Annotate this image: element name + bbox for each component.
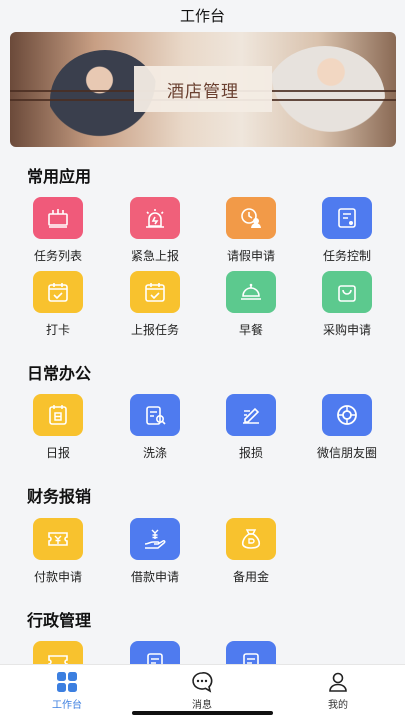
app-clock-in[interactable]: 打卡: [13, 271, 103, 338]
app-purchase-request[interactable]: 采购申请: [302, 271, 392, 338]
app-label: 日报: [45, 446, 70, 460]
app-label: 任务控制: [322, 249, 371, 263]
app-icon-box: [322, 394, 372, 436]
app-breakfast[interactable]: 早餐: [206, 271, 296, 338]
calendar-check-icon: [145, 283, 165, 302]
app-label: 早餐: [238, 323, 263, 337]
page-title: 工作台: [179, 6, 225, 25]
section-title-finance: 财务报销: [27, 487, 92, 506]
section-title-common-apps: 常用应用: [27, 167, 92, 186]
grid-icon: [57, 672, 77, 692]
app-label: 备用金: [232, 570, 269, 584]
app-label: 打卡: [45, 323, 70, 337]
app-icon-box: [226, 518, 276, 560]
app-payment-request[interactable]: 付款申请: [13, 518, 103, 585]
tab-label: 消息: [192, 700, 212, 711]
page-title-bar: 工作台: [0, 0, 405, 30]
dining-cloche-icon: [241, 283, 261, 300]
app-label: 上报任务: [130, 323, 179, 337]
app-label: 洗涤: [142, 446, 167, 460]
task-list-icon: [48, 209, 68, 228]
section-title-daily-office: 日常办公: [27, 364, 92, 383]
app-label: 报损: [238, 446, 263, 460]
hotel-banner[interactable]: 酒店管理: [10, 32, 396, 147]
loan-hand-icon: [144, 529, 166, 549]
app-damage-report[interactable]: 报损: [206, 394, 296, 461]
edit-report-icon: [243, 407, 260, 424]
leave-request-icon: [241, 208, 261, 228]
app-icon-box: [33, 197, 83, 239]
app-laundry[interactable]: 洗涤: [110, 394, 200, 461]
app-icon-box: [130, 394, 180, 436]
payment-ticket-icon: [48, 532, 68, 546]
tab-messages[interactable]: 消息: [162, 671, 242, 711]
alarm-icon: [146, 209, 164, 228]
banner-photo-person-right: [265, 46, 385, 147]
app-label: 借款申请: [130, 570, 179, 584]
tab-workbench[interactable]: 工作台: [27, 671, 107, 711]
app-icon-box: [226, 271, 276, 313]
app-wechat-moments[interactable]: 微信朋友圈: [302, 394, 392, 461]
app-label: 微信朋友圈: [316, 446, 377, 460]
app-icon-box: [322, 271, 372, 313]
app-emergency-report[interactable]: 紧急上报: [110, 197, 200, 264]
app-icon-box: [33, 518, 83, 560]
laundry-search-icon: [146, 406, 166, 425]
moments-icon: [337, 405, 357, 425]
app-label: 任务列表: [33, 249, 82, 263]
app-label: 请假申请: [226, 249, 275, 263]
user-icon: [329, 672, 347, 692]
tab-me[interactable]: 我的: [298, 671, 378, 711]
app-label: 采购申请: [322, 323, 371, 337]
home-indicator: [132, 711, 273, 715]
app-icon-box: [226, 197, 276, 239]
shopping-bag-icon: [338, 285, 356, 302]
money-bag-icon: [241, 529, 261, 549]
task-control-icon: [338, 208, 356, 228]
app-icon-box: [130, 197, 180, 239]
section-title-admin: 行政管理: [27, 611, 92, 630]
app-report-task[interactable]: 上报任务: [110, 271, 200, 338]
banner-label: 酒店管理: [134, 66, 272, 112]
app-petty-cash[interactable]: 备用金: [206, 518, 296, 585]
app-loan-request[interactable]: 借款申请: [110, 518, 200, 585]
chat-icon: [192, 672, 213, 693]
app-icon-box: [130, 518, 180, 560]
app-icon-box: [33, 394, 83, 436]
app-label: 付款申请: [33, 570, 82, 584]
app-daily-report[interactable]: 日报: [13, 394, 103, 461]
app-icon-box: [322, 197, 372, 239]
tab-label: 工作台: [52, 700, 82, 711]
daily-report-icon: [49, 405, 67, 425]
calendar-check-icon: [48, 283, 68, 302]
app-leave-request[interactable]: 请假申请: [206, 197, 296, 264]
app-task-list[interactable]: 任务列表: [13, 197, 103, 264]
app-label: 紧急上报: [130, 249, 179, 263]
app-icon-box: [130, 271, 180, 313]
app-task-control[interactable]: 任务控制: [302, 197, 392, 264]
app-icon-box: [33, 271, 83, 313]
app-icon-box: [226, 394, 276, 436]
tab-label: 我的: [328, 700, 348, 711]
